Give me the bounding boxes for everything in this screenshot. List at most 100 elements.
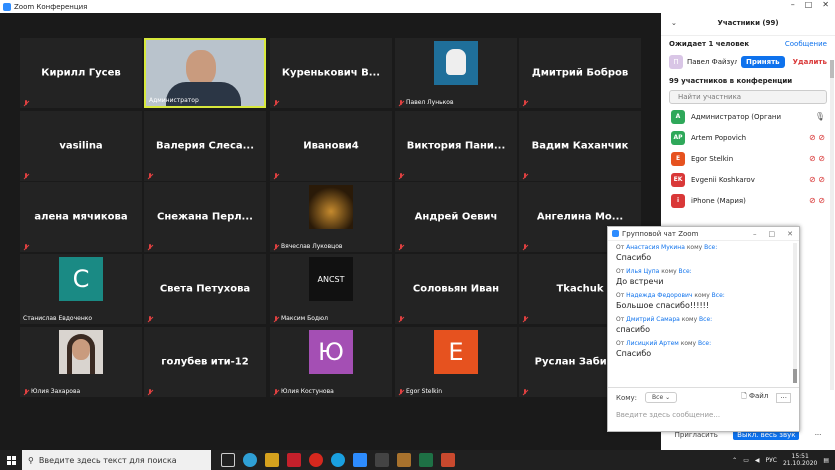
message-from-prefix: От (616, 268, 625, 275)
network-icon[interactable]: ▭ (743, 457, 749, 464)
participant-tile[interactable]: Вячеслав Луковцов (270, 182, 392, 252)
participant-row[interactable]: A Администратор (Организатор, я) 🎙 (661, 106, 835, 127)
participant-tile[interactable]: Администратор (144, 38, 266, 108)
participant-list: A Администратор (Организатор, я) 🎙 AP Artem … (661, 106, 835, 211)
participant-tile[interactable]: Андрей Оевич (395, 182, 517, 252)
collapse-chevron-icon[interactable]: ⌄ (671, 19, 677, 27)
chat-maximize-icon[interactable]: □ (769, 230, 776, 238)
recipient-select[interactable]: Все ⌄ (645, 392, 678, 403)
participant-tile[interactable]: Иванови4 (270, 111, 392, 181)
message-to: Все: (711, 292, 725, 299)
app-icon[interactable] (287, 453, 301, 467)
file-label: Файл (748, 392, 769, 400)
participant-tile[interactable]: алена мячикова (20, 182, 142, 252)
participant-row[interactable]: AP Artem Popovich ⊘ ⊘ (661, 127, 835, 148)
volume-icon[interactable]: ◀ (755, 457, 760, 464)
participant-tile[interactable]: Дмитрий Бобров (519, 38, 641, 108)
opera-browser-icon[interactable] (309, 453, 323, 467)
mic-muted-icon (398, 316, 404, 322)
participant-tile[interactable]: Юлия Захарова (20, 327, 142, 397)
chat-message: От Илья Цупа кому Все: До встречи (608, 265, 799, 286)
tile-caption: Вячеслав Луковцов (273, 243, 342, 250)
paint-icon[interactable] (397, 453, 411, 467)
taskbar-search-input[interactable]: ⚲ Введите здесь текст для поиска (22, 450, 211, 470)
tile-caption (398, 173, 406, 179)
message-from: Илья Цупа (626, 268, 660, 275)
participant-tile[interactable]: vasilina (20, 111, 142, 181)
caption-name: Юлия Захарова (31, 388, 81, 395)
participant-tile[interactable]: Кирилл Гусев (20, 38, 142, 108)
participant-tile[interactable]: С Станислав Евдоченко (20, 254, 142, 324)
system-tray: ⌃ ▭ ◀ РУС 15:51 21.10.2020 ▤ (732, 453, 835, 467)
start-button[interactable] (0, 455, 22, 465)
tile-caption (23, 173, 31, 179)
participant-row[interactable]: EK Evgenii Koshkarov ⊘ ⊘ (661, 169, 835, 190)
participant-tile[interactable]: ANCST Максим Бодюл (270, 254, 392, 324)
participant-tile[interactable]: Соловьян Иван (395, 254, 517, 324)
file-explorer-icon[interactable] (265, 453, 279, 467)
participant-tile[interactable]: Виктория Пани... (395, 111, 517, 181)
message-text: До встречи (616, 277, 664, 286)
participant-tile[interactable]: E Egor Stelkin (395, 327, 517, 397)
more-options-icon[interactable]: ··· (815, 431, 822, 439)
clock[interactable]: 15:51 21.10.2020 (783, 453, 817, 467)
message-to-prefix: кому (686, 244, 703, 251)
group-chat-window: Групповой чат Zoom – □ ✕ От Анастасия Му… (607, 226, 800, 432)
powerpoint-icon[interactable] (441, 453, 455, 467)
caption-name: Egor Stelkin (406, 388, 443, 395)
participant-name: голубев ити-12 (161, 356, 249, 368)
admit-button[interactable]: Принять (741, 56, 785, 68)
tile-caption (398, 244, 406, 250)
participant-name: Куренькович В... (281, 67, 381, 79)
participant-tile[interactable]: Вадим Каханчик (519, 111, 641, 181)
chat-scrollbar[interactable] (793, 243, 797, 383)
participant-tile[interactable]: голубев ити-12 (144, 327, 266, 397)
skype-icon[interactable] (331, 453, 345, 467)
participant-tile[interactable]: Света Петухова (144, 254, 266, 324)
edge-browser-icon[interactable] (243, 453, 257, 467)
search-icon: ⚲ (28, 455, 34, 465)
mic-muted-icon (23, 244, 29, 250)
mic-muted-icon (522, 173, 528, 179)
message-meta: От Анастасия Мукина кому Все: (616, 244, 791, 251)
participant-name: Ангелина Мо... (536, 211, 624, 223)
message-to: Все: (699, 316, 713, 323)
message-to-prefix: кому (661, 268, 677, 275)
zoom-logo-icon (3, 2, 11, 11)
chat-message-input[interactable]: Введите здесь сообщение... (616, 411, 791, 419)
excel-icon[interactable] (419, 453, 433, 467)
participant-tile[interactable]: Куренькович В... (270, 38, 392, 108)
participant-tile[interactable]: Ю Юлия Костунова (270, 327, 392, 397)
language-indicator[interactable]: РУС (766, 457, 777, 464)
participant-tile[interactable]: Валерия Слеса... (144, 111, 266, 181)
task-view-icon[interactable] (221, 453, 235, 467)
tile-caption (147, 389, 155, 395)
recipient-value: Все (652, 394, 664, 401)
participants-header: ⌄ Участники (99) (661, 10, 835, 36)
mic-muted-icon: ⊘ ⊘ (809, 133, 825, 142)
participant-avatar: EK (671, 172, 685, 187)
mic-muted-icon (522, 316, 528, 322)
remove-button[interactable]: Удалить (793, 58, 827, 66)
file-button[interactable]: 🗋 Файл (741, 392, 768, 403)
participant-name: Кирилл Гусев (41, 67, 121, 79)
participant-row[interactable]: E Egor Stelkin ⊘ ⊘ (661, 148, 835, 169)
tray-chevron-icon[interactable]: ⌃ (732, 457, 737, 464)
participant-tile[interactable]: Снежана Перл... (144, 182, 266, 252)
chat-minimize-icon[interactable]: – (753, 230, 757, 238)
chat-app-icon[interactable] (375, 453, 389, 467)
notifications-icon[interactable]: ▤ (823, 457, 829, 464)
participants-scrollbar[interactable] (830, 60, 834, 390)
mic-muted-icon (147, 316, 153, 322)
participant-search-input[interactable]: Найти участника (669, 90, 827, 104)
chat-more-button[interactable]: ··· (776, 392, 791, 403)
participant-tile[interactable]: Павел Луньков (395, 38, 517, 108)
invite-button[interactable]: Пригласить (675, 431, 718, 439)
chat-message: От Дмитрий Самара кому Все: спасибо (608, 313, 799, 334)
message-meta: От Надежда Федорович кому Все: (616, 292, 791, 299)
participant-row[interactable]: i iPhone (Мария) ⊘ ⊘ (661, 190, 835, 211)
chat-close-icon[interactable]: ✕ (787, 230, 793, 238)
participant-name: Вадим Каханчик (531, 140, 629, 152)
zoom-app-icon[interactable] (353, 453, 367, 467)
message-waiting-link[interactable]: Сообщение (785, 40, 827, 48)
